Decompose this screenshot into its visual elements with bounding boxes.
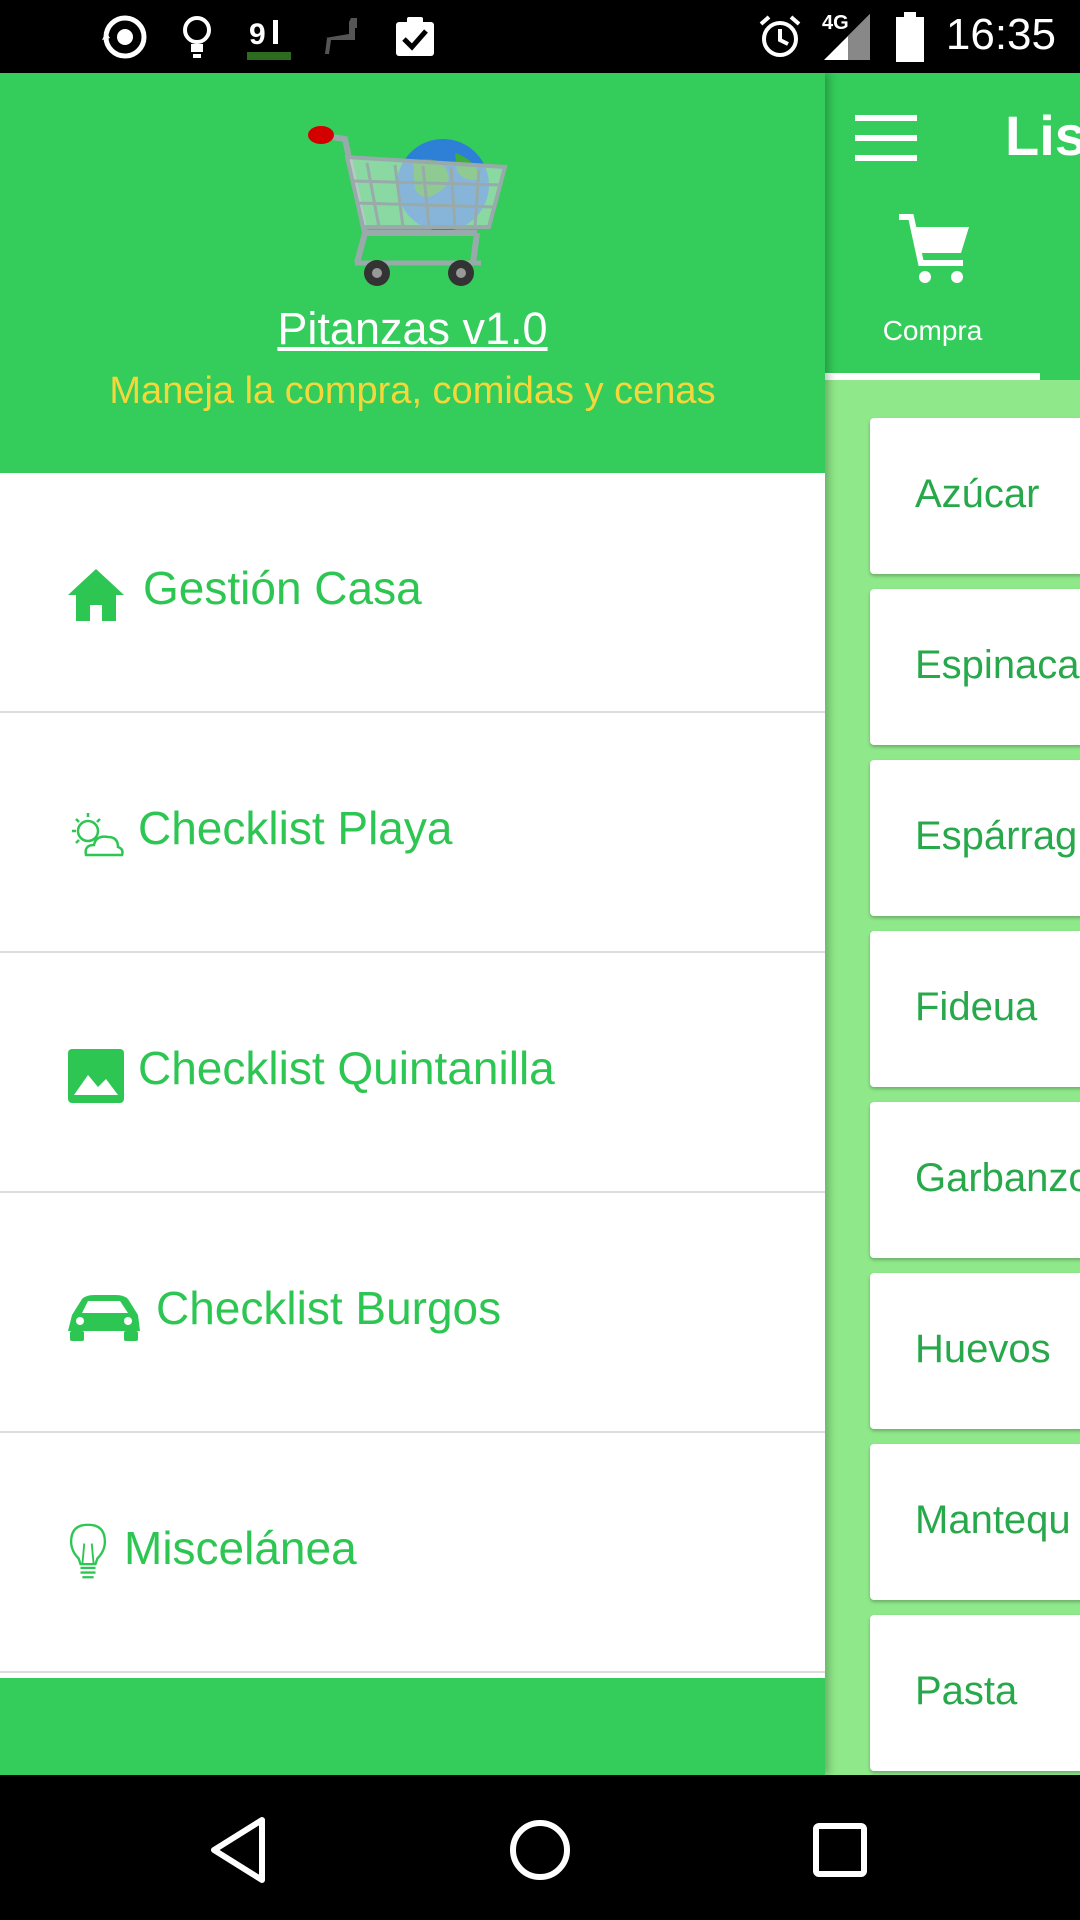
tab-compra-label: Compra bbox=[882, 315, 983, 346]
drawer-header: Pitanzas v1.0 Maneja la compra, comidas … bbox=[0, 73, 825, 473]
tab-compra[interactable]: Compra bbox=[825, 203, 1040, 373]
list-item[interactable]: Fideua bbox=[870, 931, 1080, 1087]
menu-icon[interactable] bbox=[855, 115, 917, 161]
drawer-footer bbox=[0, 1678, 825, 1775]
list-item[interactable]: Espárrag bbox=[870, 760, 1080, 916]
menu-item-label: Checklist Burgos bbox=[156, 1282, 502, 1334]
signal-meter-icon: 9 bbox=[245, 12, 295, 62]
lightbulb-icon bbox=[172, 12, 222, 62]
shopping-cart-globe-logo bbox=[308, 126, 508, 286]
back-icon[interactable] bbox=[200, 1810, 280, 1890]
list-item[interactable]: Huevos bbox=[870, 1273, 1080, 1429]
battery-icon bbox=[890, 12, 930, 62]
menu-item-label: Checklist Quintanilla bbox=[138, 1042, 555, 1094]
list-item[interactable]: Espinaca bbox=[870, 589, 1080, 745]
main-content: Lis Compra Azúcar Espinaca Espárrag Fide… bbox=[825, 73, 1080, 1775]
cell-signal-icon: 4G bbox=[820, 12, 880, 62]
menu-item-checklist-burgos[interactable]: Checklist Burgos bbox=[0, 1193, 825, 1433]
list-item[interactable]: Garbanzo bbox=[870, 1102, 1080, 1258]
menu-item-label: Checklist Playa bbox=[138, 802, 453, 854]
navigation-drawer: Pitanzas v1.0 Maneja la compra, comidas … bbox=[0, 73, 825, 1775]
home-icon bbox=[68, 569, 124, 621]
tab-indicator bbox=[825, 373, 1040, 380]
cart-icon bbox=[899, 214, 969, 283]
home-circle-icon[interactable] bbox=[500, 1810, 580, 1890]
menu-item-checklist-quintanilla[interactable]: Checklist Quintanilla bbox=[0, 953, 825, 1193]
alarm-icon bbox=[755, 12, 805, 62]
image-icon bbox=[68, 1049, 124, 1103]
network-type: 4G bbox=[822, 12, 849, 34]
svg-text:9: 9 bbox=[249, 18, 266, 51]
sync-icon bbox=[100, 12, 150, 62]
sun-cloud-icon bbox=[72, 813, 124, 857]
system-nav-bar bbox=[0, 1775, 1080, 1920]
clipboard-check-icon bbox=[390, 12, 440, 62]
recents-icon[interactable] bbox=[800, 1810, 880, 1890]
lightbulb-icon bbox=[69, 1523, 107, 1579]
menu-item-miscelanea[interactable]: Miscelánea bbox=[0, 1433, 825, 1673]
app-subtitle: Maneja la compra, comidas y cenas bbox=[109, 370, 716, 412]
car-icon bbox=[68, 1295, 140, 1341]
menu-item-label: Gestión Casa bbox=[143, 562, 422, 614]
main-toolbar: Lis Compra bbox=[825, 73, 1080, 380]
list-item[interactable]: Azúcar bbox=[870, 418, 1080, 574]
menu-item-label: Miscelánea bbox=[124, 1522, 357, 1574]
menu-item-gestion-casa[interactable]: Gestión Casa bbox=[0, 473, 825, 713]
main-title: Lis bbox=[1005, 104, 1080, 167]
app-name[interactable]: Pitanzas v1.0 bbox=[0, 303, 825, 355]
llama-icon bbox=[318, 12, 368, 62]
list-item[interactable]: Pasta bbox=[870, 1615, 1080, 1771]
status-bar: 9 4G 16:35 bbox=[0, 0, 1080, 73]
clock: 16:35 bbox=[945, 10, 1056, 59]
list-item[interactable]: Mantequ bbox=[870, 1444, 1080, 1600]
menu-item-checklist-playa[interactable]: Checklist Playa bbox=[0, 713, 825, 953]
